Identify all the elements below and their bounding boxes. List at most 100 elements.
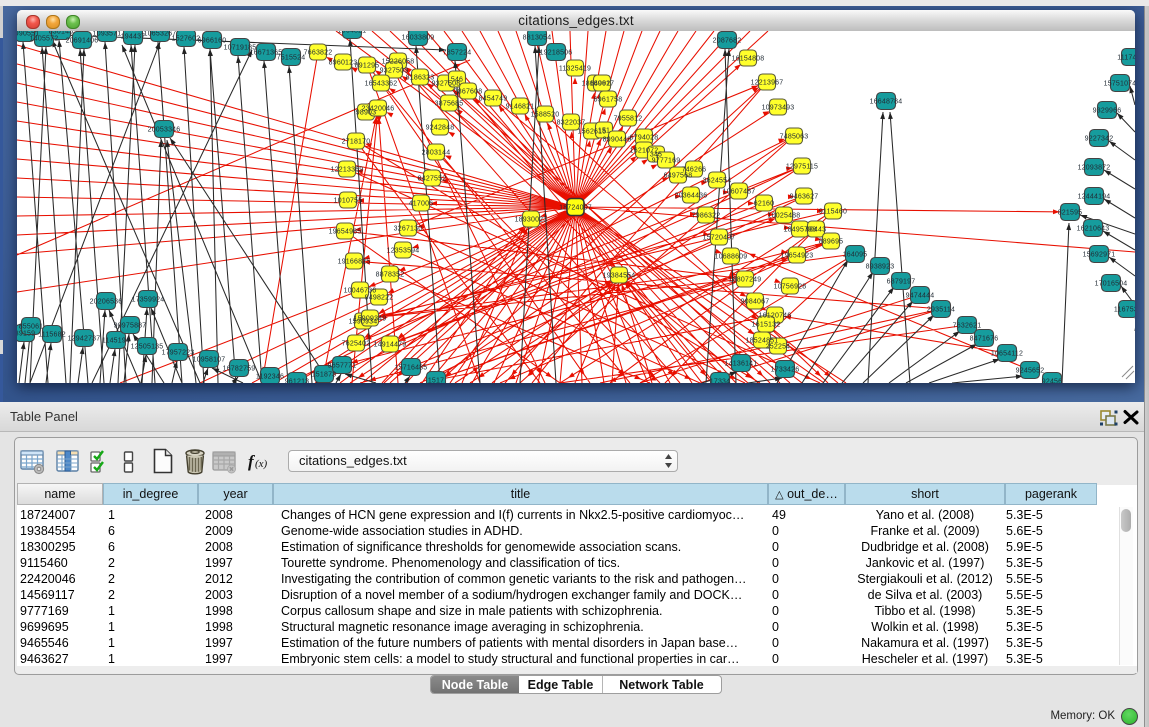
svg-text:19166825: 19166825 [338,259,371,266]
svg-text:8427552: 8427552 [418,176,447,183]
svg-text:1527602: 1527602 [172,36,201,43]
svg-text:9329966: 9329966 [1093,108,1122,115]
svg-text:39159: 39159 [17,331,35,338]
svg-text:16120746: 16120746 [759,313,792,320]
svg-text:10046736: 10046736 [344,288,377,295]
svg-text:16782759: 16782759 [223,366,256,373]
svg-text:62160: 62160 [754,201,774,208]
svg-text:18724007: 18724007 [559,205,592,212]
svg-text:889695: 889695 [819,239,844,246]
svg-text:20206536: 20206536 [90,299,123,306]
svg-text:19218506: 19218506 [540,50,573,57]
svg-text:10973493: 10973493 [762,105,795,112]
svg-text:16543362: 16543362 [365,81,398,88]
svg-text:2803144: 2803144 [422,150,451,157]
svg-text:10607487: 10607487 [723,189,756,196]
svg-text:7955812: 7955812 [614,116,643,123]
svg-text:9327503: 9327503 [380,68,409,75]
svg-text:1167534: 1167534 [1114,307,1135,314]
svg-text:17957223: 17957223 [162,350,195,357]
svg-text:15909349: 15909349 [354,316,387,323]
svg-text:8960123: 8960123 [329,60,358,67]
svg-text:17016504: 17016504 [1095,281,1128,288]
svg-text:6966160: 6966160 [198,38,227,45]
svg-text:12505135: 12505135 [131,344,164,351]
svg-text:1093571: 1093571 [93,31,122,38]
svg-text:8938923: 8938923 [866,264,895,271]
svg-text:9227342: 9227342 [1085,136,1114,143]
svg-text:746266: 746266 [682,167,707,174]
svg-text:16210643: 16210643 [1077,226,1110,233]
svg-text:10756928: 10756928 [774,284,807,291]
svg-text:14136141: 14136141 [725,361,758,368]
svg-text:16033809: 16033809 [402,35,435,42]
svg-text:2867608: 2867608 [454,89,483,96]
svg-text:7625402: 7625402 [342,341,371,348]
svg-text:9498222: 9498222 [365,295,394,302]
svg-text:9474444: 9474444 [906,293,935,300]
svg-text:7857224: 7857224 [443,50,472,57]
svg-text:7632621: 7632621 [953,323,982,330]
svg-text:9777169: 9777169 [652,158,681,165]
svg-text:9146821: 9146821 [506,104,535,111]
svg-text:8990448: 8990448 [603,137,632,144]
svg-text:9115460: 9115460 [819,209,847,216]
svg-text:12213967: 12213967 [751,80,784,87]
svg-text:18930023: 18930023 [515,217,548,224]
svg-text:1145194: 1145194 [102,338,130,345]
svg-text:151: 151 [598,128,610,135]
svg-text:3267130: 3267130 [394,226,423,233]
svg-text:8454749: 8454749 [479,96,508,103]
svg-text:1117403: 1117403 [1117,55,1135,62]
svg-text:7986322: 7986322 [692,213,721,220]
svg-text:16154808: 16154808 [732,56,765,63]
svg-text:8813054: 8813054 [523,35,552,42]
svg-text:1405572: 1405572 [30,36,59,43]
svg-text:19654923: 19654923 [781,253,814,260]
svg-text:20364436: 20364436 [675,193,708,200]
svg-text:11325419: 11325419 [559,66,591,73]
svg-text:14914479: 14914479 [374,342,407,349]
svg-text:10025488: 10025488 [768,213,801,220]
svg-text:1064821: 1064821 [338,31,367,35]
svg-text:855061: 855061 [19,324,44,331]
svg-text:1115682: 1115682 [38,332,66,339]
svg-text:9657771: 9657771 [328,363,357,370]
svg-text:(x): (x) [255,458,268,470]
svg-text:6961758: 6961758 [594,97,623,104]
svg-text:6497568: 6497568 [664,173,693,180]
svg-text:15751074: 15751074 [1104,81,1135,88]
svg-text:15226058: 15226058 [382,59,415,66]
svg-text:6794028: 6794028 [630,135,659,142]
svg-text:12444194: 12444194 [1078,194,1111,201]
svg-text:19384554: 19384554 [603,273,636,280]
svg-text:2087682: 2087682 [713,38,742,45]
svg-text:15716485: 15716485 [395,365,428,372]
svg-text:19654985: 19654985 [329,229,362,236]
svg-text:10958107: 10958107 [193,357,226,364]
svg-text:12353594: 12353594 [387,248,420,255]
svg-text:417006: 417006 [409,201,434,208]
svg-text:7663822: 7663822 [304,50,333,57]
svg-text:151873: 151873 [312,372,337,379]
svg-text:23420046: 23420046 [362,106,395,113]
svg-text:20053346: 20053346 [148,127,181,134]
svg-text:9463627: 9463627 [790,194,819,201]
svg-text:12213369: 12213369 [331,167,364,174]
svg-text:8186323: 8186323 [406,75,435,82]
svg-text:1615132: 1615132 [752,322,781,329]
svg-text:90975887: 90975887 [114,323,147,330]
svg-text:12093872: 12093872 [1078,165,1111,172]
svg-text:7515524: 7515524 [277,55,306,62]
svg-text:15720407: 15720407 [703,235,736,242]
svg-text:12942737: 12942737 [68,336,101,343]
svg-text:18807249: 18807249 [729,277,762,284]
svg-text:8471676: 8471676 [970,336,999,343]
svg-text:194437: 194437 [121,34,146,41]
svg-text:12975115: 12975115 [786,164,818,171]
svg-text:1733426: 1733426 [771,367,800,374]
svg-text:10654112: 10654112 [991,351,1023,358]
svg-text:20691406: 20691406 [66,38,99,45]
svg-text:10688609: 10688609 [715,254,748,261]
svg-text:7485063: 7485063 [780,134,809,141]
